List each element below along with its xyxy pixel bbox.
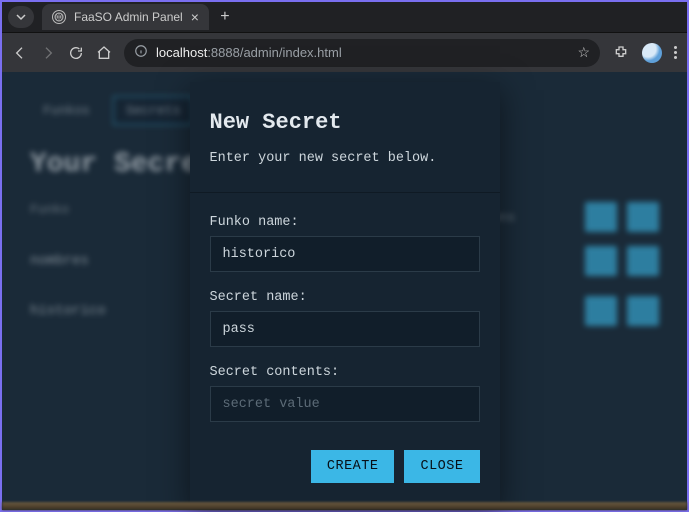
secret-contents-label: Secret contents: [210, 365, 480, 380]
close-icon[interactable]: × [191, 9, 199, 25]
close-button[interactable]: CLOSE [404, 450, 479, 483]
modal-subtitle: Enter your new secret below. [210, 151, 480, 166]
tab-funkos[interactable]: Funkos [30, 96, 103, 125]
divider [190, 192, 500, 193]
reload-icon[interactable] [68, 45, 84, 61]
new-secret-modal: New Secret Enter your new secret below. … [190, 82, 500, 509]
tab-title: FaaSO Admin Panel [74, 10, 183, 24]
tab-secrets[interactable]: Secrets [113, 96, 194, 125]
extensions-icon[interactable] [612, 44, 630, 62]
row-action-button[interactable] [627, 246, 659, 276]
back-icon[interactable] [12, 45, 28, 61]
address-bar: localhost:8888/admin/index.html ☆ [2, 32, 687, 72]
row-action-button[interactable] [585, 296, 617, 326]
url-path: :8888/admin/index.html [207, 45, 341, 60]
browser-tab[interactable]: FaaSO Admin Panel × [42, 4, 209, 30]
tab-bar: FaaSO Admin Panel × + [2, 2, 687, 32]
forward-icon[interactable] [40, 45, 56, 61]
create-button[interactable]: CREATE [311, 450, 395, 483]
page-content: Funkos Secrets Your Secrets Funko Action… [2, 72, 687, 510]
new-tab-button[interactable]: + [213, 8, 237, 26]
header-action-button[interactable] [627, 202, 659, 232]
row-action-button[interactable] [627, 296, 659, 326]
home-icon[interactable] [96, 45, 112, 61]
row-name: historico [30, 303, 106, 319]
secret-name-input[interactable] [210, 311, 480, 347]
row-action-button[interactable] [585, 246, 617, 276]
funko-name-label: Funko name: [210, 215, 480, 230]
url-input[interactable]: localhost:8888/admin/index.html ☆ [124, 39, 600, 67]
header-action-button[interactable] [585, 202, 617, 232]
funko-name-input[interactable] [210, 236, 480, 272]
modal-actions: CREATE CLOSE [210, 450, 480, 483]
site-info-icon[interactable] [134, 44, 148, 61]
secret-name-label: Secret name: [210, 290, 480, 305]
tab-dropdown-button[interactable] [8, 6, 34, 28]
profile-avatar[interactable] [642, 43, 662, 63]
col-funko: Funko [30, 202, 69, 232]
url-host: localhost [156, 45, 207, 60]
browser-chrome: FaaSO Admin Panel × + localhost:8888/adm… [2, 2, 687, 72]
menu-icon[interactable] [674, 46, 677, 59]
bookmark-icon[interactable]: ☆ [577, 44, 590, 61]
globe-icon [52, 10, 66, 24]
row-name: nombres [30, 253, 89, 269]
secret-contents-input[interactable] [210, 386, 480, 422]
modal-title: New Secret [210, 110, 480, 135]
